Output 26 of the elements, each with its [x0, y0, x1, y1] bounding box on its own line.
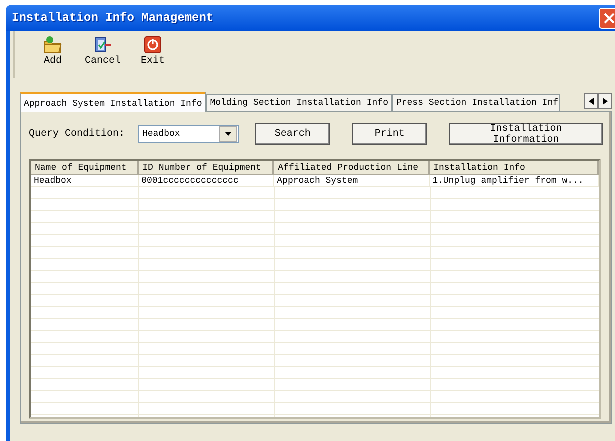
power-icon — [144, 36, 162, 54]
tab[interactable]: Molding Section Installation Info — [206, 94, 392, 111]
add-button[interactable]: Add — [31, 34, 75, 74]
column-header[interactable]: ID Number of Equipment — [138, 161, 274, 175]
tab[interactable]: Approach System Installation Info — [20, 92, 206, 112]
exit-button[interactable]: Exit — [131, 34, 175, 74]
close-icon — [604, 12, 615, 24]
close-button[interactable] — [599, 8, 615, 28]
action-button[interactable]: Installation Information — [449, 123, 603, 145]
action-button[interactable]: Search — [255, 123, 330, 145]
column-header[interactable]: Installation Info — [430, 161, 600, 175]
tab[interactable]: Press Section Installation Inf — [392, 94, 560, 111]
query-label: Query Condition: — [29, 128, 126, 140]
cancel-button[interactable]: Cancel — [81, 34, 125, 74]
scroll-right-button[interactable] — [598, 93, 612, 109]
left-arrow-icon — [588, 98, 594, 104]
right-arrow-icon — [602, 98, 608, 104]
window-title: Installation Info Management — [12, 11, 214, 25]
scroll-left-button[interactable] — [584, 93, 598, 109]
document-icon — [94, 36, 112, 54]
column-header[interactable]: Affiliated Production Line — [274, 161, 430, 175]
folder-icon — [44, 36, 62, 54]
column-header[interactable]: Name of Equipment — [31, 161, 139, 175]
action-button[interactable]: Print — [352, 123, 428, 145]
query-dropdown[interactable]: Headbox — [138, 125, 240, 143]
dropdown-arrow-icon — [224, 132, 232, 136]
